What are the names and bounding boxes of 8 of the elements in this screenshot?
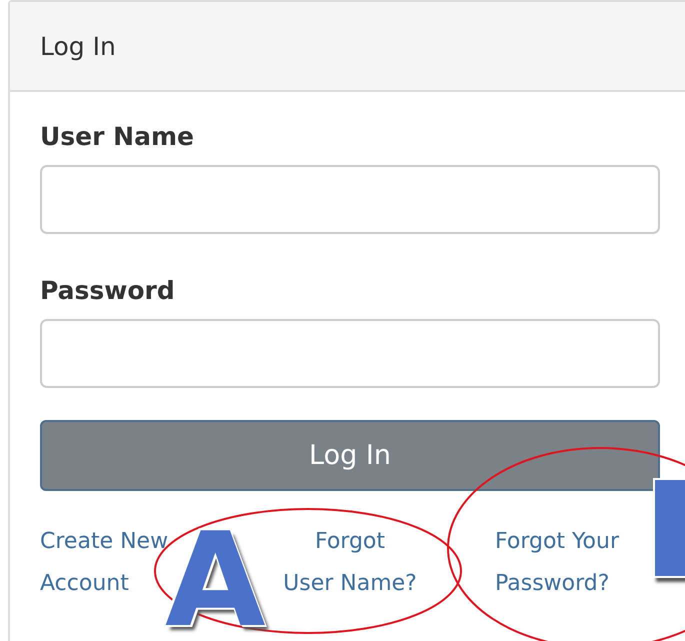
link[interactable]: Forgot User Name? bbox=[283, 521, 417, 605]
input-field[interactable] bbox=[40, 319, 660, 388]
login-button[interactable]: Log In bbox=[40, 420, 660, 491]
input-field[interactable] bbox=[40, 165, 660, 234]
panel-title: Log In bbox=[40, 32, 116, 60]
field-label: User Name bbox=[40, 122, 195, 151]
link[interactable]: Forgot Your Password? bbox=[460, 521, 619, 605]
field-label: Password bbox=[40, 276, 176, 305]
